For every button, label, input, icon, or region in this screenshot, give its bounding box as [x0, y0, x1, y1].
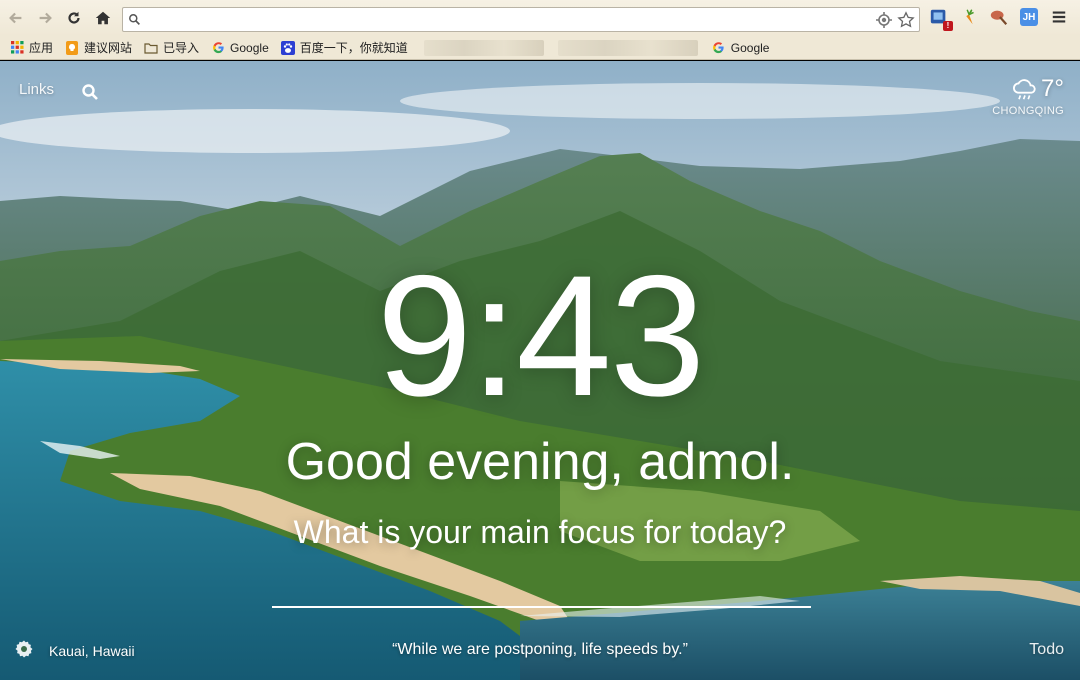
clock: 9:43 — [376, 240, 706, 432]
location-target-icon[interactable] — [875, 11, 893, 29]
focus-question: What is your main focus for today? — [293, 514, 787, 550]
extension-button[interactable]: ! — [928, 6, 953, 31]
address-bar — [122, 7, 920, 32]
weather-city: CHONGQING — [992, 105, 1064, 117]
forward-arrow-icon — [39, 12, 52, 24]
folder-icon — [144, 41, 158, 55]
bookmark-label: Google — [230, 40, 269, 55]
photo-location[interactable]: Kauai, Hawaii — [49, 643, 135, 659]
weather-temperature: 7° — [1041, 75, 1064, 102]
back-arrow-icon — [9, 12, 22, 24]
new-tab-page: Links 7° CHONGQING 9:43 Good evening, ad… — [0, 61, 1080, 680]
bookmark-label: 已导入 — [163, 41, 200, 55]
bookmark-google-2[interactable]: Google — [710, 37, 772, 59]
brush-extension-button[interactable] — [988, 6, 1010, 28]
bookmark-apps[interactable]: 应用 — [8, 37, 55, 59]
extensions-area: ! JH — [928, 6, 1070, 31]
browser-menu-button[interactable] — [1048, 6, 1070, 28]
omnibox-input[interactable] — [145, 8, 875, 31]
home-button[interactable] — [90, 5, 116, 31]
gear-icon[interactable] — [14, 639, 34, 659]
home-icon — [95, 11, 111, 25]
reload-button[interactable] — [61, 5, 87, 31]
browser-toolbar: ! JH — [0, 0, 1080, 36]
bookmark-star-icon[interactable] — [897, 10, 915, 29]
jh-extension-icon: JH — [1020, 8, 1038, 26]
cloud-rain-icon — [1013, 79, 1036, 100]
weather-widget[interactable]: 7° CHONGQING — [992, 75, 1064, 117]
blurred-bookmark — [557, 39, 698, 56]
search-icon — [123, 9, 145, 31]
back-button[interactable] — [3, 5, 29, 31]
bookmark-suggested-sites[interactable]: 建议网站 — [63, 37, 134, 59]
brush-extension-icon — [990, 10, 1008, 25]
bookmarks-bar: 应用 建议网站 已导入 Google 百度一下，你就知道 Google — [0, 36, 1080, 60]
google-icon — [712, 41, 726, 55]
bookmark-label: 建议网站 — [84, 41, 133, 55]
bookmark-label: 应用 — [29, 41, 54, 55]
suggested-sites-icon — [65, 40, 79, 55]
todo-button[interactable]: Todo — [1029, 641, 1064, 659]
forward-button[interactable] — [32, 5, 58, 31]
greeting: Good evening, admol. — [285, 433, 795, 491]
bookmark-google[interactable]: Google — [209, 37, 271, 59]
focus-input[interactable] — [272, 566, 811, 608]
apps-grid-icon — [10, 41, 24, 55]
jh-extension-button[interactable]: JH — [1018, 6, 1040, 28]
blurred-bookmark — [423, 39, 544, 56]
reload-icon — [68, 11, 80, 24]
google-icon — [211, 41, 225, 55]
bookmark-label: Google — [730, 40, 770, 55]
bookmark-imported-folder[interactable]: 已导入 — [142, 37, 201, 59]
bookmark-label: 百度一下，你就知道 — [299, 41, 408, 55]
menu-icon — [1052, 11, 1066, 23]
search-icon[interactable] — [81, 83, 99, 101]
links-button[interactable]: Links — [19, 81, 54, 98]
carrot-extension-icon — [966, 9, 974, 25]
carrot-extension-button[interactable] — [958, 6, 980, 28]
extension-badge: ! — [943, 21, 953, 31]
baidu-icon — [280, 40, 295, 55]
bookmark-baidu[interactable]: 百度一下，你就知道 — [279, 37, 410, 59]
